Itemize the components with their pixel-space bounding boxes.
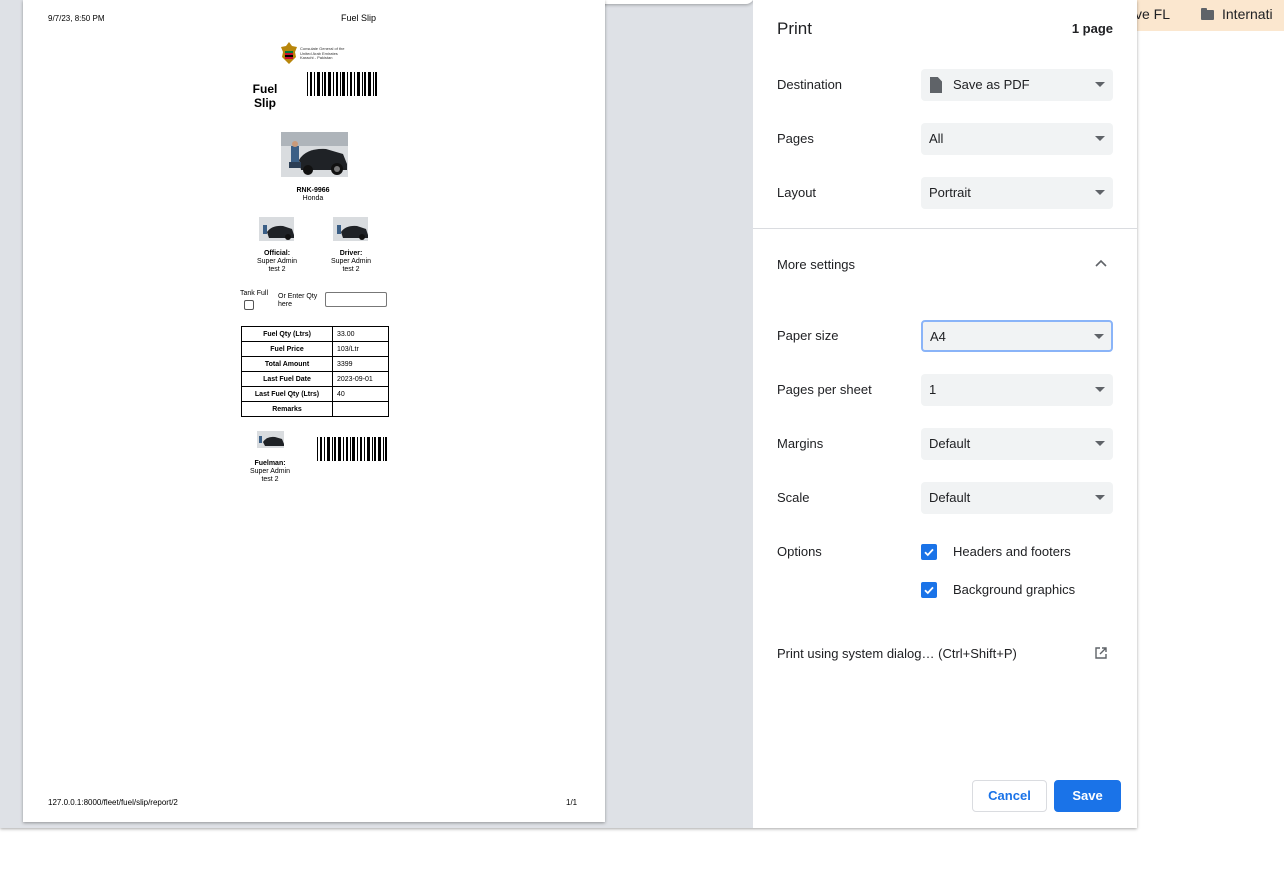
pages-per-sheet-value: 1: [929, 382, 937, 397]
scale-label: Scale: [777, 490, 810, 505]
margins-value: Default: [929, 436, 971, 451]
pages-per-sheet-select[interactable]: 1: [921, 374, 1113, 406]
pages-value: All: [929, 131, 944, 146]
driver-photo: [333, 217, 368, 241]
vehicle-plate: RNK-9966: [296, 187, 330, 194]
headers-footers-checkbox[interactable]: [921, 544, 937, 560]
official-block: Official: Super Admin test 2: [256, 250, 298, 273]
qty-label: Or Enter Qty here: [278, 293, 318, 308]
more-settings-toggle[interactable]: More settings: [777, 257, 855, 272]
dropdown-caret-icon: [1094, 334, 1104, 339]
layout-select[interactable]: Portrait: [921, 177, 1113, 209]
scale-select[interactable]: Default: [921, 482, 1113, 514]
paper-size-select[interactable]: A4: [921, 320, 1113, 352]
scale-value: Default: [929, 490, 971, 505]
dropdown-caret-icon: [1095, 387, 1105, 392]
open-in-new-icon[interactable]: [1094, 646, 1108, 660]
barcode-top: [307, 72, 377, 96]
print-dialog: 9/7/23, 8:50 PM Fuel Slip Consulate Gene…: [0, 0, 1137, 828]
tank-full-checkbox: [244, 300, 254, 310]
table-row: Fuel Qty (Ltrs) 33.00: [241, 326, 389, 342]
paper-size-value: A4: [930, 329, 946, 344]
page-footer-number: 1/1: [566, 798, 578, 807]
preview-page: 9/7/23, 8:50 PM Fuel Slip Consulate Gene…: [23, 0, 605, 822]
bookmark-folder[interactable]: Internati: [1201, 6, 1273, 22]
save-button[interactable]: Save: [1054, 780, 1121, 812]
fuelman-block: Fuelman: Super Admin test 2: [249, 460, 291, 483]
checkmark-icon: [924, 586, 934, 595]
page-footer-url: 127.0.0.1:8000/fleet/fuel/slip/report/2: [48, 798, 178, 807]
consulate-logo: Consulate General of the United Arab Emi…: [280, 42, 350, 64]
document-icon: [930, 77, 942, 93]
dropdown-caret-icon: [1095, 190, 1105, 195]
background-graphics-label[interactable]: Background graphics: [953, 582, 1075, 597]
bookmark-folder-label: Internati: [1222, 6, 1273, 22]
table-row: Last Fuel Qty (Ltrs) 40: [241, 386, 389, 402]
system-dialog-link[interactable]: Print using system dialog… (Ctrl+Shift+P…: [777, 646, 1017, 661]
layout-value: Portrait: [929, 185, 971, 200]
page-count: 1 page: [1071, 21, 1113, 36]
pages-label: Pages: [777, 131, 814, 146]
margins-label: Margins: [777, 436, 824, 451]
checkmark-icon: [924, 548, 934, 557]
bookmarks-bar: ctive FL Internati: [1137, 0, 1284, 31]
emblem-icon: [281, 42, 297, 64]
folder-icon: [1201, 8, 1214, 20]
official-photo: [259, 217, 294, 241]
paper-size-label: Paper size: [777, 328, 839, 343]
fuel-details-table: Fuel Qty (Ltrs) 33.00 Fuel Price 103/Ltr T…: [241, 326, 389, 417]
margins-select[interactable]: Default: [921, 428, 1113, 460]
destination-label: Destination: [777, 77, 843, 92]
vehicle-photo: [281, 132, 348, 177]
destination-value: Save as PDF: [953, 77, 1030, 92]
section-divider: [753, 228, 1137, 229]
slip-title: Fuel Slip: [252, 82, 278, 110]
cancel-button[interactable]: Cancel: [972, 780, 1047, 812]
dropdown-caret-icon: [1095, 136, 1105, 141]
qty-input: [325, 292, 387, 307]
table-row: Fuel Price 103/Ltr: [241, 341, 389, 357]
dropdown-caret-icon: [1095, 82, 1105, 87]
barcode-bottom: [317, 437, 387, 461]
bookmark-item[interactable]: ctive FL: [1137, 6, 1170, 22]
options-label: Options: [777, 544, 822, 559]
pages-per-sheet-label: Pages per sheet: [777, 382, 872, 397]
vehicle-make: Honda: [302, 195, 324, 202]
print-settings-panel: Print 1 page Destination Save as PDF Pag…: [753, 0, 1137, 828]
tank-full-label: Tank Full: [240, 290, 269, 297]
background-graphics-checkbox[interactable]: [921, 582, 937, 598]
logo-caption: Consulate General of the United Arab Emi…: [300, 46, 345, 61]
dialog-title: Print: [777, 19, 812, 38]
dropdown-caret-icon: [1095, 441, 1105, 446]
page-header-date: 9/7/23, 8:50 PM: [48, 14, 105, 23]
page-header-title: Fuel Slip: [341, 13, 377, 23]
destination-select[interactable]: Save as PDF: [921, 69, 1113, 101]
pages-select[interactable]: All: [921, 123, 1113, 155]
chevron-up-icon[interactable]: [1092, 255, 1110, 273]
table-row: Total Amount 3399: [241, 356, 389, 372]
print-preview-area[interactable]: 9/7/23, 8:50 PM Fuel Slip Consulate Gene…: [0, 0, 753, 828]
dropdown-caret-icon: [1095, 495, 1105, 500]
layout-label: Layout: [777, 185, 817, 200]
table-row: Last Fuel Date 2023-09-01: [241, 371, 389, 387]
headers-footers-label[interactable]: Headers and footers: [953, 544, 1071, 559]
fuelman-photo: [257, 431, 284, 448]
driver-block: Driver: Super Admin test 2: [330, 250, 372, 273]
table-row: Remarks: [241, 401, 389, 417]
